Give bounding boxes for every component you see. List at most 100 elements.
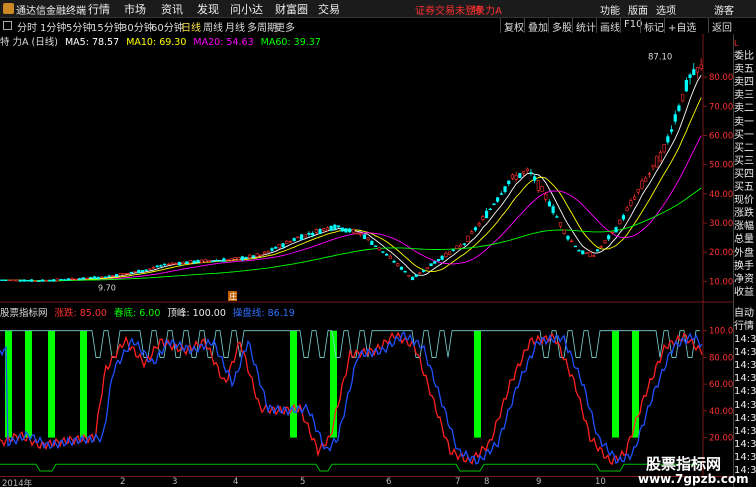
period-multi[interactable]: 多周期	[247, 19, 277, 34]
candle-body	[307, 233, 311, 235]
candle-body	[237, 257, 241, 260]
app-logo-icon	[3, 3, 14, 14]
user-label[interactable]: 游客	[714, 2, 734, 17]
kline-chart[interactable]: 80.00 70.00 60.00 50.00 40.00 30.00 20.00 10.00…	[0, 34, 733, 476]
panel-sell5: 卖五	[734, 64, 754, 76]
candle-body	[255, 253, 259, 258]
menu-banmian[interactable]: 版面	[628, 2, 648, 17]
candle-body	[503, 186, 507, 192]
candle-body	[570, 240, 574, 243]
ma10-line	[1, 97, 702, 282]
candle-body	[18, 280, 22, 282]
candle-body	[366, 237, 370, 241]
indicator-name[interactable]: 股票指标网	[0, 308, 48, 319]
panel-auto[interactable]: 自动	[734, 307, 756, 320]
tool-add-watchlist[interactable]: +自选	[664, 18, 699, 34]
watermark-title: 股票指标网	[646, 455, 722, 473]
candle-body	[285, 240, 289, 244]
candle-body	[496, 197, 500, 202]
candle-body	[81, 277, 85, 280]
candle-body	[566, 235, 570, 240]
candle-body	[188, 260, 193, 264]
candle-body	[355, 232, 359, 235]
candle-body	[629, 200, 633, 206]
candle-body	[388, 255, 392, 259]
candle-body	[118, 273, 122, 276]
tool-tongji[interactable]: 统计	[572, 18, 599, 34]
menu-gongneng[interactable]: 功能	[600, 2, 620, 17]
candle-body	[662, 144, 666, 153]
candle-body	[525, 168, 529, 172]
tool-biaoji[interactable]: 标记	[640, 18, 667, 34]
candle-body	[270, 248, 274, 251]
tool-back[interactable]: 返回	[708, 18, 735, 34]
tool-huaxian[interactable]: 画线	[596, 18, 623, 34]
candle-body	[507, 180, 511, 185]
candle-body	[251, 255, 256, 258]
tool-duogu[interactable]: 多股	[548, 18, 575, 34]
tick-time: 14:35	[734, 425, 756, 437]
menu-shichang[interactable]: 市场	[124, 1, 146, 17]
candle-body	[510, 174, 515, 179]
candle-body	[122, 273, 126, 275]
candle-body	[44, 279, 48, 282]
candle-body	[211, 260, 215, 263]
candle-body	[48, 279, 52, 282]
candle-body	[133, 271, 137, 273]
candle-body	[185, 261, 189, 264]
x-label: 2	[120, 477, 126, 487]
date-axis: 2014年 2 3 4 5 6 7 8 9 10	[0, 476, 733, 487]
candle-body	[455, 245, 459, 249]
candle-body	[329, 225, 333, 231]
period-15min[interactable]: 15分钟	[91, 19, 124, 34]
period-daily[interactable]: 日线	[181, 19, 201, 34]
period-monthly[interactable]: 月线	[225, 19, 245, 34]
price-label: 50.00	[709, 161, 733, 171]
tick-time: 14:34	[734, 347, 756, 359]
candle-body	[314, 229, 318, 233]
menu-caifuquan[interactable]: 财富圈	[275, 1, 308, 17]
candle-body	[26, 280, 30, 282]
period-more[interactable]: 更多	[275, 19, 295, 34]
period-fenshi[interactable]: 分时	[17, 19, 37, 34]
tick-time: 14:35	[734, 360, 756, 372]
candle-body	[462, 243, 466, 245]
period-60min[interactable]: 60分钟	[151, 19, 184, 34]
period-30min[interactable]: 30分钟	[121, 19, 154, 34]
chart-title: 特 力A (日线)	[0, 37, 58, 48]
candle-body	[625, 207, 629, 211]
period-weekly[interactable]: 周线	[203, 19, 223, 34]
candle-body	[325, 227, 330, 231]
candlestick-series[interactable]	[0, 58, 703, 283]
candle-body	[595, 249, 600, 252]
menu-wenxiaoda[interactable]: 问小达	[230, 1, 263, 17]
candle-body	[418, 272, 422, 274]
candle-body	[669, 129, 674, 132]
menu-zixun[interactable]: 资讯	[161, 1, 183, 17]
candle-body	[37, 280, 41, 282]
ma10-value: MA10: 69.30	[126, 37, 187, 48]
tool-fuquan[interactable]: 复权	[500, 18, 527, 34]
candle-body	[473, 227, 478, 231]
tool-diejia[interactable]: 叠加	[524, 18, 551, 34]
candle-body	[647, 173, 651, 175]
period-5min[interactable]: 5分钟	[66, 19, 92, 34]
tick-time: 14:35	[734, 386, 756, 398]
toggle-checkbox-icon[interactable]	[3, 21, 12, 30]
candle-body	[126, 273, 130, 275]
candle-body	[29, 279, 34, 282]
menu-faxian[interactable]: 发现	[197, 1, 219, 17]
menu-jiaoyi[interactable]: 交易	[318, 1, 340, 17]
candle-body	[484, 210, 489, 219]
menu-xuanxiang[interactable]: 选项	[656, 2, 676, 17]
candle-body	[66, 278, 71, 281]
candle-body	[100, 276, 104, 278]
zhangdie-value: 涨跌: 85.00	[54, 308, 107, 319]
candle-body	[514, 174, 518, 180]
panel-quote[interactable]: 行情	[734, 320, 756, 333]
candle-body	[214, 259, 219, 262]
signal-bar	[612, 330, 619, 438]
period-1min[interactable]: 1分钟	[40, 19, 66, 34]
menu-hangqing[interactable]: 行情	[88, 1, 110, 17]
ind-label: 80.00	[709, 353, 733, 363]
